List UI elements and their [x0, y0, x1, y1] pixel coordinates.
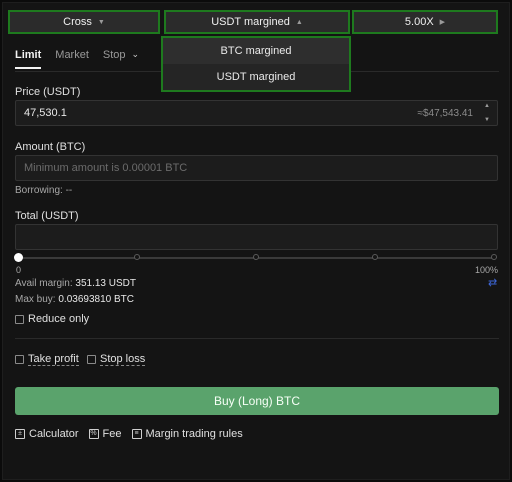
amount-field [15, 155, 498, 181]
cross-mode-label: Cross [63, 16, 92, 28]
chevron-up-icon: ▲ [295, 18, 303, 26]
stop-loss-label: Stop loss [100, 353, 146, 366]
fee-link[interactable]: % Fee [88, 428, 122, 440]
section-divider [15, 338, 499, 339]
max-buy-label: Max buy: [15, 294, 56, 305]
borrowing-value: -- [65, 185, 73, 196]
total-label: Total (USDT) [15, 210, 79, 222]
calculator-link[interactable]: ± Calculator [15, 428, 79, 440]
dropdown-option-btc-margined[interactable]: BTC margined [163, 38, 349, 64]
slider-max-label: 100% [475, 265, 499, 275]
cross-mode-button[interactable]: Cross ▼ [8, 10, 160, 34]
chevron-down-icon: ▼ [97, 18, 105, 26]
price-approx-value: ≈$47,543.41 [417, 108, 473, 119]
amount-slider[interactable] [14, 253, 497, 262]
chevron-right-icon: ▶ [439, 19, 446, 26]
price-label: Price (USDT) [15, 86, 81, 98]
reduce-only-checkbox[interactable]: Reduce only [15, 313, 89, 325]
buy-long-button[interactable]: Buy (Long) BTC [15, 387, 499, 415]
margin-mode-bar: Cross ▼ USDT margined ▲ 5.00X ▶ [8, 10, 498, 34]
stop-loss-checkbox[interactable]: Stop loss [87, 353, 146, 366]
margin-rules-link[interactable]: ≡ Margin trading rules [131, 428, 243, 440]
total-input[interactable] [16, 225, 497, 249]
tab-market[interactable]: Market [55, 49, 89, 69]
dropdown-option-usdt-margined[interactable]: USDT margined [163, 64, 349, 90]
document-icon: ≡ [131, 429, 142, 439]
amount-label: Amount (BTC) [15, 141, 86, 153]
borrowing-info: Borrowing: -- [15, 185, 72, 196]
max-buy-value: 0.03693810 BTC [58, 294, 134, 305]
slider-mark-50[interactable] [253, 254, 259, 260]
amount-input[interactable] [16, 156, 497, 180]
leverage-label: 5.00X [404, 16, 434, 28]
slider-mark-25[interactable] [134, 254, 140, 260]
price-stepper[interactable]: ▲ ▼ [480, 103, 494, 123]
percent-icon: % [88, 429, 99, 439]
borrowing-label: Borrowing: [15, 185, 63, 196]
tab-stop-label: Stop [102, 49, 126, 61]
tools-row: ± Calculator % Fee ≡ Margin trading rule… [15, 428, 243, 440]
tab-stop[interactable]: Stop ⌄ [103, 49, 139, 69]
price-field: ≈$47,543.41 ▲ ▼ [15, 100, 498, 126]
checkbox-icon[interactable] [87, 355, 96, 364]
avail-margin: Avail margin: 351.13 USDT [15, 278, 136, 289]
order-type-tabs: Limit Market Stop ⌄ [15, 49, 139, 69]
slider-mark-75[interactable] [372, 254, 378, 260]
leverage-button[interactable]: 5.00X ▶ [352, 10, 498, 34]
checkbox-icon[interactable] [15, 314, 24, 324]
slider-min-label: 0 [16, 265, 22, 275]
chevron-up-icon[interactable]: ▲ [484, 103, 490, 109]
swap-arrows-icon[interactable]: ⇄ [488, 276, 497, 289]
slider-mark-100[interactable] [491, 254, 497, 260]
calculator-icon: ± [15, 429, 25, 439]
margin-type-label: USDT margined [211, 16, 290, 28]
avail-margin-value: 351.13 USDT [75, 278, 136, 289]
fee-label: Fee [102, 428, 122, 440]
reduce-only-label: Reduce only [28, 313, 90, 325]
margin-type-button[interactable]: USDT margined ▲ [164, 10, 350, 34]
margin-type-dropdown: BTC margined USDT margined [161, 36, 351, 92]
tab-limit[interactable]: Limit [15, 49, 42, 69]
checkbox-icon[interactable] [15, 355, 24, 364]
chevron-down-icon: ⌄ [131, 49, 140, 59]
calculator-label: Calculator [29, 428, 79, 440]
avail-margin-label: Avail margin: [15, 278, 73, 289]
total-field [15, 224, 498, 250]
take-profit-label: Take profit [28, 353, 79, 366]
margin-rules-label: Margin trading rules [145, 428, 243, 440]
slider-handle[interactable] [14, 253, 23, 262]
chevron-down-icon[interactable]: ▼ [484, 117, 490, 123]
take-profit-checkbox[interactable]: Take profit [15, 353, 79, 366]
max-buy: Max buy: 0.03693810 BTC [15, 294, 134, 305]
